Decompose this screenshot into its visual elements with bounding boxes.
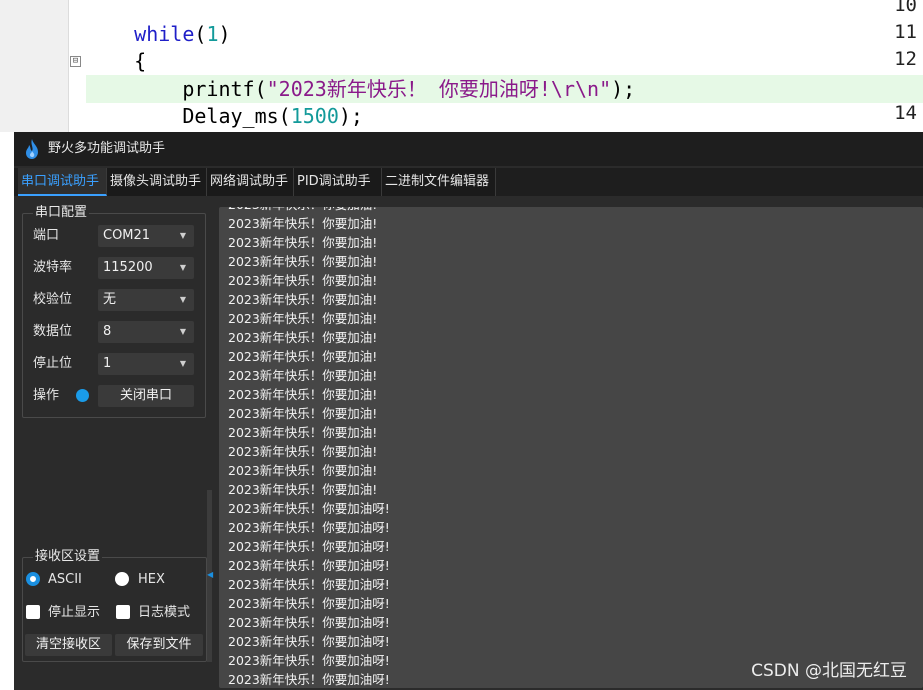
collapse-arrow-icon[interactable]: ◀ — [207, 570, 213, 579]
receive-line: 2023新年快乐！你要加油呀! — [228, 634, 390, 649]
receive-line: 2023新年快乐！你要加油呀! — [228, 596, 390, 611]
data-bits-select[interactable]: 8 ▼ — [98, 321, 194, 343]
clear-recv-button[interactable]: 清空接收区 — [25, 634, 112, 656]
receive-line: 2023新年快乐！你要加油! — [228, 216, 378, 231]
string-literal: "2023新年快乐！ 你要加油呀!\r\n" — [266, 77, 612, 101]
receive-line: 2023新年快乐！你要加油呀! — [228, 672, 390, 687]
hex-radio[interactable] — [115, 572, 129, 586]
keyword-while: while — [134, 22, 195, 46]
receive-line: 2023新年快乐！你要加油! — [228, 311, 378, 326]
close-port-button[interactable]: 关闭串口 — [98, 385, 194, 407]
receive-line: 2023新年快乐！你要加油! — [228, 368, 378, 383]
code-line-13[interactable]: printf("2023新年快乐！ 你要加油呀!\r\n"); — [86, 75, 923, 103]
ascii-label: ASCII — [48, 572, 82, 587]
chevron-down-icon: ▼ — [179, 295, 186, 304]
receive-line: 2023新年快乐！你要加油呀! — [228, 539, 390, 554]
stop-bits-label: 停止位 — [33, 356, 73, 371]
title-bar[interactable]: 野火多功能调试助手 — [14, 132, 923, 166]
port-select[interactable]: COM21 ▼ — [98, 225, 194, 247]
tab-binary-editor[interactable]: 二进制文件编辑器 — [382, 168, 496, 196]
tab-camera[interactable]: 摄像头调试助手 — [107, 168, 207, 196]
receive-line: 2023新年快乐！你要加油! — [228, 273, 378, 288]
line-number-gutter — [0, 0, 69, 132]
flame-logo-icon — [26, 139, 38, 159]
receive-line: 2023新年快乐！你要加油! — [228, 207, 377, 214]
window-title: 野火多功能调试助手 — [48, 141, 166, 156]
receive-line: 2023新年快乐！你要加油! — [228, 482, 378, 497]
receive-line: 2023新年快乐！你要加油呀! — [228, 520, 390, 535]
log-mode-checkbox[interactable] — [116, 605, 130, 619]
port-label: 端口 — [33, 228, 60, 243]
save-to-file-button[interactable]: 保存到文件 — [115, 634, 203, 656]
parity-select[interactable]: 无 ▼ — [98, 289, 194, 311]
parity-label: 校验位 — [33, 292, 73, 307]
data-bits-label: 数据位 — [33, 324, 73, 339]
baud-select[interactable]: 115200 ▼ — [98, 257, 194, 279]
receive-line: 2023新年快乐！你要加油! — [228, 254, 378, 269]
receive-line: 2023新年快乐！你要加油! — [228, 406, 378, 421]
receive-text-area[interactable]: 2023新年快乐！你要加油! 2023新年快乐！你要加油! 2023新年快乐！你要加… — [219, 207, 923, 688]
chevron-down-icon: ▼ — [179, 359, 186, 368]
receive-line: 2023新年快乐！你要加油! — [228, 349, 378, 364]
receive-line: 2023新年快乐！你要加油! — [228, 330, 378, 345]
chevron-down-icon: ▼ — [179, 263, 186, 272]
line-number: 10 — [894, 0, 917, 16]
receive-line: 2023新年快乐！你要加油! — [228, 235, 378, 250]
receive-line: 2023新年快乐！你要加油! — [228, 387, 378, 402]
tab-serial[interactable]: 串口调试助手 — [18, 168, 107, 196]
receive-line: 2023新年快乐！你要加油呀! — [228, 501, 390, 516]
log-mode-label: 日志模式 — [138, 605, 191, 620]
pause-display-label: 停止显示 — [48, 605, 101, 620]
operation-label: 操作 — [33, 388, 60, 403]
tab-network[interactable]: 网络调试助手 — [207, 168, 294, 196]
port-status-led-icon — [76, 389, 89, 402]
baud-label: 波特率 — [33, 260, 73, 275]
code-line-14[interactable]: Delay_ms(1500); — [86, 102, 923, 130]
group-title: 串口配置 — [33, 205, 90, 221]
tab-bar: 串口调试助手 摄像头调试助手 网络调试助手 PID调试助手 二进制文件编辑器 — [14, 168, 923, 196]
stop-bits-select[interactable]: 1 ▼ — [98, 353, 194, 375]
tab-pid[interactable]: PID调试助手 — [294, 168, 382, 196]
serial-assistant-window: 野火多功能调试助手 串口调试助手 摄像头调试助手 网络调试助手 PID调试助手 … — [14, 132, 923, 690]
code-line-11[interactable]: while(1) — [86, 20, 923, 48]
pause-display-checkbox[interactable] — [26, 605, 40, 619]
code-line-12[interactable]: { — [86, 47, 923, 75]
receive-line: 2023新年快乐！你要加油! — [228, 425, 378, 440]
watermark-text: CSDN @北国无红豆 — [751, 661, 907, 681]
fold-toggle-icon[interactable]: ⊟ — [70, 56, 81, 67]
hex-label: HEX — [138, 572, 165, 587]
receive-line: 2023新年快乐！你要加油! — [228, 444, 378, 459]
receive-line: 2023新年快乐！你要加油! — [228, 463, 378, 478]
receive-line: 2023新年快乐！你要加油呀! — [228, 653, 390, 668]
group-title: 接收区设置 — [33, 549, 103, 565]
receive-line: 2023新年快乐！你要加油! — [228, 292, 378, 307]
ascii-radio[interactable] — [26, 572, 40, 586]
receive-line: 2023新年快乐！你要加油呀! — [228, 558, 390, 573]
code-editor[interactable]: 10 11 12 13 14 ⊟ while(1) { printf("2023… — [0, 0, 923, 132]
chevron-down-icon: ▼ — [179, 327, 186, 336]
chevron-down-icon: ▼ — [179, 231, 186, 240]
receive-line: 2023新年快乐！你要加油呀! — [228, 577, 390, 592]
receive-line: 2023新年快乐！你要加油呀! — [228, 615, 390, 630]
